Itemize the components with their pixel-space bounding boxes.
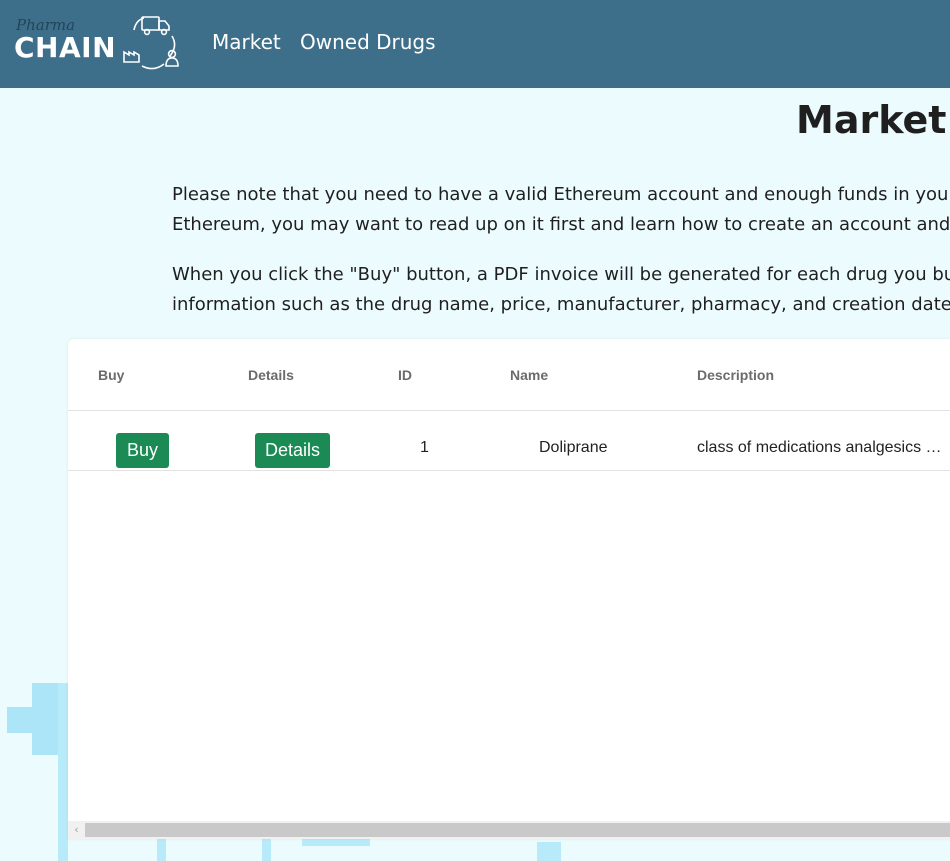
intro-paragraph-invoice: When you click the "Buy" button, a PDF i… xyxy=(172,260,950,320)
cell-name: Doliprane xyxy=(539,439,608,456)
table-row: Buy Details 1 Doliprane class of medicat… xyxy=(68,411,950,471)
cell-id: 1 xyxy=(420,439,429,456)
table-header: Buy Details ID Name Description xyxy=(68,339,950,411)
intro-line: information such as the drug name, price… xyxy=(172,294,950,315)
column-header-name[interactable]: Name xyxy=(510,367,548,383)
scroll-left-arrow-icon[interactable]: ‹ xyxy=(68,821,85,839)
scrollbar-thumb[interactable] xyxy=(85,823,950,837)
brand-logo[interactable]: Pharma CHAIN xyxy=(14,14,184,76)
column-header-details[interactable]: Details xyxy=(248,367,294,383)
drugs-table: Buy Details ID Name Description Buy Deta… xyxy=(68,339,950,839)
column-header-buy[interactable]: Buy xyxy=(98,367,124,383)
intro-line: Ethereum, you may want to read up on it … xyxy=(172,214,950,235)
brand-word: CHAIN xyxy=(14,31,117,64)
intro-line: Please note that you need to have a vali… xyxy=(172,184,950,205)
navbar: Pharma CHAIN Market Owned Drugs xyxy=(0,0,950,88)
horizontal-scrollbar[interactable]: ‹ xyxy=(68,821,950,839)
nav-market-link[interactable]: Market xyxy=(212,30,281,54)
nav-owned-drugs-link[interactable]: Owned Drugs xyxy=(300,30,436,54)
intro-paragraph-ethereum: Please note that you need to have a vali… xyxy=(172,180,950,240)
supply-chain-truck-factory-person-icon xyxy=(123,16,179,70)
column-header-id[interactable]: ID xyxy=(398,367,412,383)
buy-button[interactable]: Buy xyxy=(116,433,169,468)
intro-line: When you click the "Buy" button, a PDF i… xyxy=(172,264,950,285)
details-button[interactable]: Details xyxy=(255,433,330,468)
column-header-description[interactable]: Description xyxy=(697,367,774,383)
cell-description: class of medications analgesics … xyxy=(697,439,942,456)
page-title: Market xyxy=(796,98,947,142)
